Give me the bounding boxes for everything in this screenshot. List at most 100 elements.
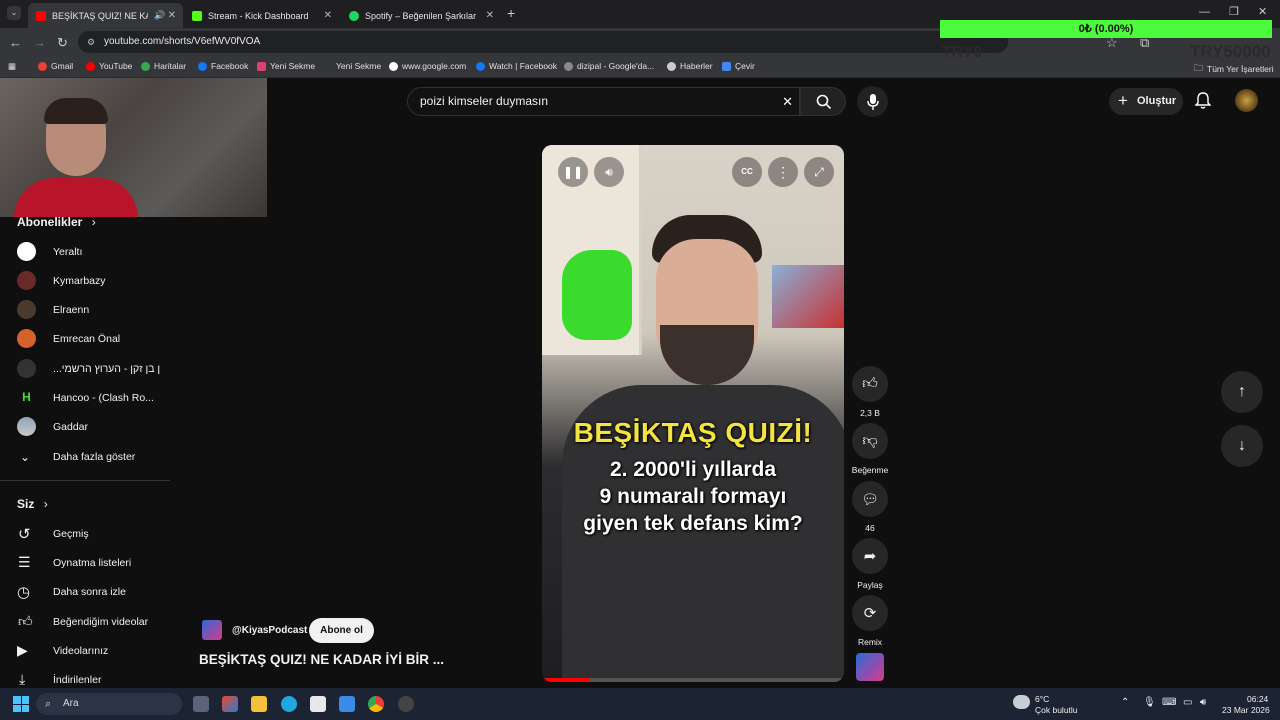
- close-icon[interactable]: ✕: [486, 10, 494, 21]
- tab-label: Spotify – Beğenilen Şarkılar: [365, 10, 477, 21]
- back-icon[interactable]: ←: [9, 35, 22, 50]
- channel-avatar: [17, 359, 36, 378]
- bookmark-dizipal[interactable]: dizipal - Google'da...: [564, 61, 654, 71]
- windows-taskbar: ⌕ Ara 6°C Çok bulutlu ⌃ 🎙︎ ⌨ ▭ 🔊︎ 06:24 …: [0, 688, 1280, 720]
- sidebar-channel-elraenn[interactable]: Elraenn: [0, 295, 170, 324]
- bookmark-facebook[interactable]: Facebook: [198, 61, 248, 71]
- bookmark-new-tab-2[interactable]: Yeni Sekme: [323, 61, 381, 71]
- sidebar-divider: [0, 480, 170, 481]
- bookmark-watch-facebook[interactable]: Watch | Facebook: [476, 61, 557, 71]
- close-icon[interactable]: ✕: [324, 10, 332, 21]
- like-button[interactable]: 👍︎ 2,3 B: [852, 366, 888, 418]
- clock-time[interactable]: 06:24: [1247, 694, 1268, 704]
- reload-icon[interactable]: ↻: [57, 35, 68, 51]
- forward-icon[interactable]: →: [33, 35, 46, 50]
- volume-icon[interactable]: 🔊︎: [1200, 697, 1206, 708]
- site-info-icon[interactable]: ⚙: [87, 31, 95, 53]
- comments-button[interactable]: 💬︎ 46: [852, 481, 888, 533]
- mail-icon[interactable]: [339, 696, 355, 712]
- pause-icon[interactable]: ❚❚: [558, 157, 588, 187]
- speaker-icon[interactable]: 🔊: [154, 10, 165, 21]
- taskbar-search[interactable]: ⌕ Ara: [36, 693, 182, 715]
- captions-icon[interactable]: CC: [732, 157, 762, 187]
- search-button[interactable]: [800, 87, 846, 116]
- search-input[interactable]: poizi kimseler duymasın ✕: [407, 87, 800, 116]
- edge-icon[interactable]: [281, 696, 297, 712]
- short-video-player[interactable]: ❚❚ 🔊︎ CC ⋮ ⤢ BEŞİKTAŞ QUIZİ! 2. 2000'li …: [542, 145, 844, 682]
- sound-thumbnail[interactable]: [856, 653, 884, 681]
- sidebar-channel-hancoo[interactable]: H Hancoo - (Clash Ro...: [0, 383, 170, 412]
- windows-start-icon[interactable]: [13, 696, 29, 712]
- notifications-bell-icon[interactable]: [1194, 92, 1212, 115]
- chevron-up-icon[interactable]: ⌃: [1121, 697, 1129, 708]
- previous-short-button[interactable]: ↑: [1221, 371, 1263, 413]
- dislike-button[interactable]: 👎︎ Beğenme: [852, 423, 888, 475]
- clock-date[interactable]: 23 Mar 2026: [1222, 705, 1270, 715]
- arrow-down-icon: ↓: [1238, 437, 1246, 454]
- sidebar-channel-hebrew[interactable]: ...ן בן זקן - הערוץ הרשמי: [0, 354, 170, 383]
- clear-search-icon[interactable]: ✕: [782, 88, 793, 115]
- sidebar-channel-emrecan[interactable]: Emrecan Önal: [0, 324, 170, 353]
- volume-icon[interactable]: 🔊︎: [594, 157, 624, 187]
- file-explorer-icon[interactable]: [251, 696, 267, 712]
- sidebar-item-your-videos[interactable]: ▶ Videolarınız: [0, 636, 170, 665]
- keyboard-icon[interactable]: ⌨: [1162, 697, 1176, 708]
- tab-youtube[interactable]: BEŞİKTAŞ QUIZ! NE KADAR 🔊 ✕: [28, 3, 183, 28]
- close-icon[interactable]: ✕: [168, 10, 176, 21]
- bookmark-translate[interactable]: Çevir: [722, 61, 755, 71]
- facebook-icon: [198, 61, 207, 71]
- bookmarks-bar: ▦ Gmail YouTube Haritalar Facebook Yeni …: [0, 56, 1280, 78]
- sidebar-channel-kymarbazy[interactable]: Kymarbazy: [0, 266, 170, 295]
- sidebar-item-liked-videos[interactable]: 👍︎ Beğendiğim videolar: [0, 607, 170, 636]
- weather-temp: 6°C: [1035, 694, 1050, 704]
- apps-icon[interactable]: ▦: [8, 61, 16, 72]
- google-icon: [564, 61, 573, 71]
- share-button[interactable]: ➦ Paylaş: [852, 538, 888, 590]
- bookmark-google[interactable]: www.google.com: [389, 61, 466, 71]
- more-options-icon[interactable]: ⋮: [768, 157, 798, 187]
- office-icon[interactable]: [222, 696, 238, 712]
- tab-kick[interactable]: Stream - Kick Dashboard ✕: [184, 3, 339, 28]
- channel-handle[interactable]: @KiyasPodcast: [232, 625, 307, 636]
- subscriptions-heading[interactable]: Abonelikler ›: [17, 215, 96, 229]
- task-view-icon[interactable]: [193, 696, 209, 712]
- tab-spotify[interactable]: Spotify – Beğenilen Şarkılar ✕: [341, 3, 501, 28]
- tab-search-icon[interactable]: ⌄: [7, 6, 21, 20]
- minimize-button[interactable]: —: [1199, 6, 1210, 18]
- voice-search-button[interactable]: [857, 86, 888, 117]
- avatar[interactable]: [1235, 89, 1258, 112]
- channel-avatar[interactable]: [202, 620, 222, 640]
- facebook-icon: [476, 61, 485, 71]
- all-bookmarks[interactable]: 🗀 Tüm Yer İşaretleri: [1194, 61, 1274, 77]
- chrome-icon[interactable]: [368, 696, 384, 712]
- microphone-icon[interactable]: 🎙︎: [1143, 697, 1156, 708]
- fullscreen-icon[interactable]: ⤢: [804, 157, 834, 187]
- url-input[interactable]: ⚙ youtube.com/shorts/V6efWV0fVOA: [78, 31, 1008, 53]
- next-short-button[interactable]: ↓: [1221, 425, 1263, 467]
- bookmark-gmail[interactable]: Gmail: [38, 61, 73, 71]
- bookmark-maps[interactable]: Haritalar: [141, 61, 186, 71]
- sidebar-item-playlists[interactable]: ☰ Oynatma listeleri: [0, 548, 170, 577]
- subscribe-button[interactable]: Abone ol: [309, 618, 374, 643]
- sidebar-item-history[interactable]: ↺ Geçmiş: [0, 519, 170, 548]
- sidebar-channel-yeralti[interactable]: Yeraltı: [0, 237, 170, 266]
- bookmark-youtube[interactable]: YouTube: [86, 61, 132, 71]
- sidebar-item-watch-later[interactable]: ◷ Daha sonra izle: [0, 577, 170, 606]
- you-heading[interactable]: Siz ›: [17, 497, 48, 511]
- gmail-icon: [38, 61, 47, 71]
- network-icon[interactable]: ▭: [1183, 697, 1192, 708]
- sidebar-channel-gaddar[interactable]: Gaddar: [0, 412, 170, 441]
- app-icon[interactable]: [398, 696, 414, 712]
- bookmark-news[interactable]: Haberler: [667, 61, 713, 71]
- goal-end-label: TRY50000: [1190, 42, 1271, 61]
- progress-bar[interactable]: [542, 678, 844, 682]
- bookmark-new-tab-1[interactable]: Yeni Sekme: [257, 61, 315, 71]
- create-button[interactable]: + Oluştur: [1109, 88, 1183, 115]
- sidebar-show-more[interactable]: ⌄ Daha fazla göster: [0, 442, 170, 471]
- search-icon: [816, 94, 832, 110]
- window-close-button[interactable]: ✕: [1258, 5, 1267, 18]
- new-tab-button[interactable]: +: [507, 5, 515, 21]
- store-icon[interactable]: [310, 696, 326, 712]
- maximize-button[interactable]: ❐: [1229, 5, 1239, 18]
- remix-button[interactable]: ⟳ Remix: [852, 595, 888, 647]
